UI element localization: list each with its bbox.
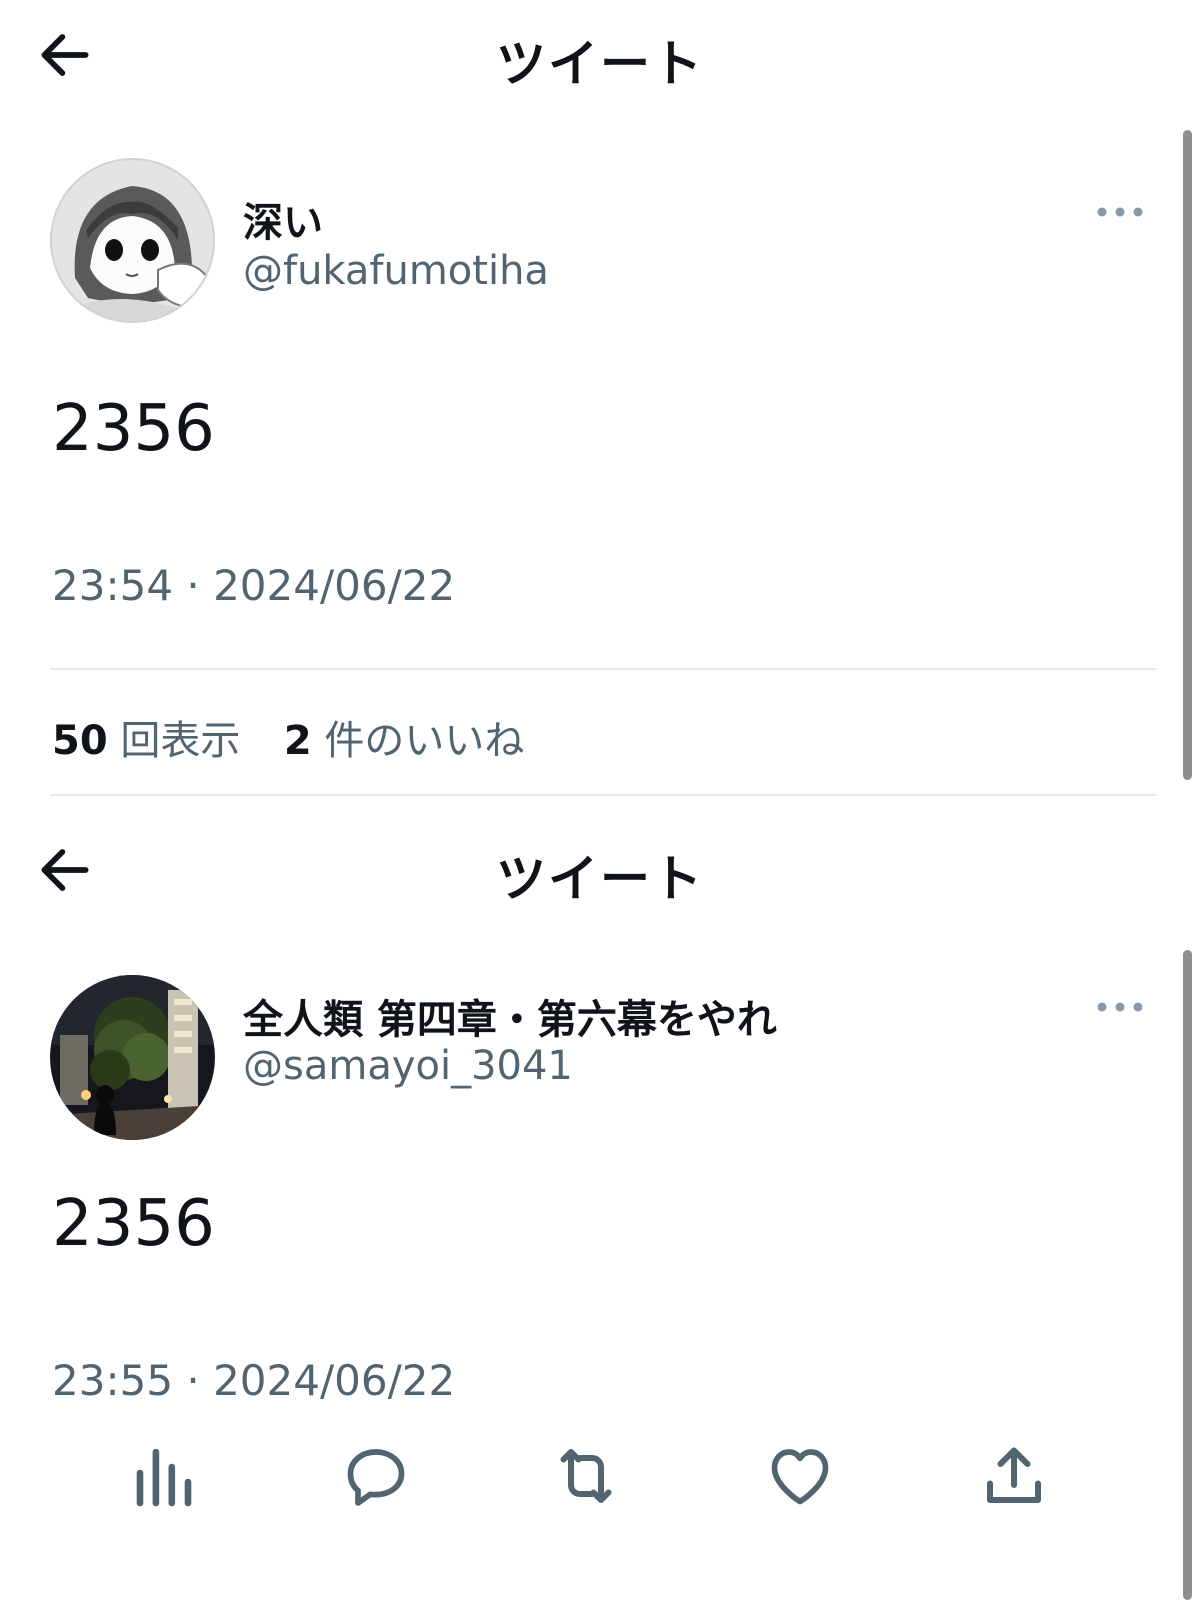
views-count: 50 [52, 718, 108, 764]
tweet-timestamp[interactable]: 23:55 · 2024/06/22 [52, 1356, 455, 1405]
divider [50, 668, 1156, 670]
analytics-button[interactable] [128, 1440, 208, 1520]
user-handle[interactable]: @fukafumotiha [243, 248, 549, 294]
tweet-screen-1: ツイート 深い @fukafumotiha 2356 23:54 · 2024/… [0, 0, 1200, 815]
more-options-button[interactable] [1092, 192, 1152, 232]
tweet-timestamp[interactable]: 23:54 · 2024/06/22 [52, 561, 455, 610]
more-options-button[interactable] [1092, 987, 1152, 1027]
reply-button[interactable] [340, 1440, 420, 1520]
page-title: ツイート [496, 35, 704, 93]
tweet-action-bar [0, 1440, 1200, 1550]
user-handle[interactable]: @samayoi_3041 [243, 1043, 573, 1089]
share-button[interactable] [978, 1440, 1058, 1520]
display-name[interactable]: 深い [243, 190, 323, 248]
like-icon [771, 1449, 829, 1505]
divider [50, 794, 1156, 796]
avatar[interactable] [50, 158, 215, 323]
retweet-icon [560, 1449, 612, 1503]
tweet-text: 2356 [52, 392, 215, 466]
reply-icon [347, 1449, 405, 1506]
display-name[interactable]: 全人類 第四章・第六幕をやれ [243, 987, 777, 1045]
header: ツイート [0, 815, 1200, 925]
likes-count[interactable]: 2 [284, 718, 312, 764]
tweet-stats: 50 回表示 2 件のいいね [52, 708, 524, 766]
more-icon [1097, 207, 1143, 217]
tweet-text: 2356 [52, 1187, 215, 1261]
analytics-icon [136, 1448, 192, 1507]
scrollbar[interactable] [1183, 130, 1192, 780]
share-icon [987, 1447, 1041, 1503]
page-title: ツイート [496, 850, 704, 908]
retweet-button[interactable] [550, 1440, 630, 1520]
views-label: 回表示 [120, 718, 241, 764]
like-button[interactable] [764, 1440, 844, 1520]
more-icon [1097, 1002, 1143, 1012]
avatar[interactable] [50, 975, 215, 1140]
header: ツイート [0, 0, 1200, 110]
likes-label[interactable]: 件のいいね [324, 718, 524, 764]
